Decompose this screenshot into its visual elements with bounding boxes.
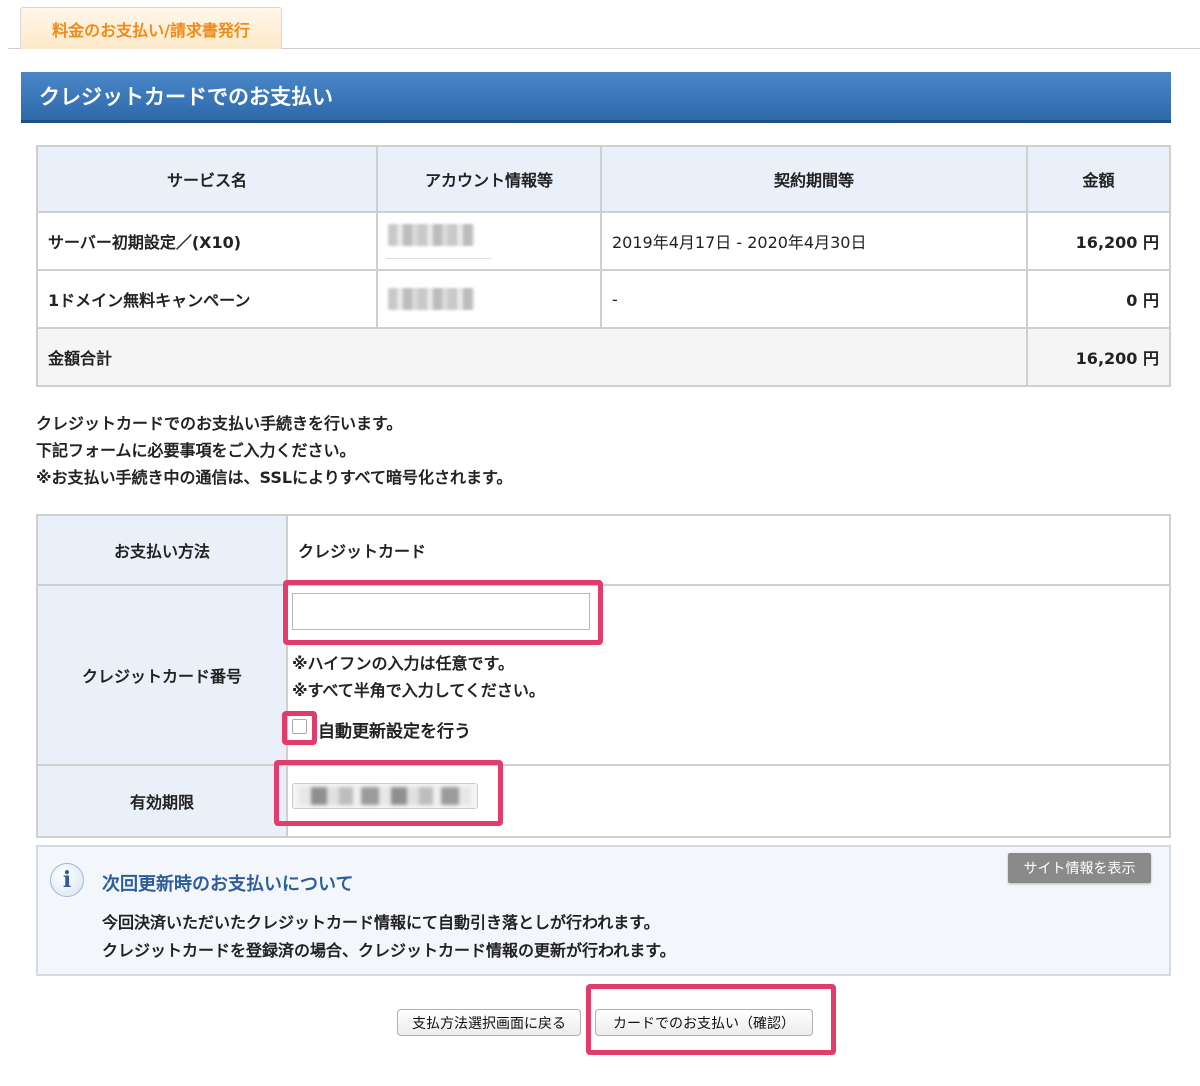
- card-number-input[interactable]: [292, 593, 590, 630]
- service-name: 1ドメイン無料キャンペーン: [36, 269, 378, 329]
- redacted-block: [299, 787, 471, 805]
- card-number-row: クレジットカード番号: [36, 584, 1171, 766]
- info-title: 次回更新時のお支払いについて: [102, 874, 354, 895]
- instruction-line: ※お支払い手続き中の通信は、SSLによりすべて暗号化されます。: [36, 468, 513, 487]
- expiry-select-redacted[interactable]: [292, 783, 478, 809]
- account-info-redacted: [376, 211, 602, 271]
- redacted-block: [388, 288, 474, 310]
- amount: 0 円: [1026, 269, 1171, 329]
- table-header-row: サービス名 アカウント情報等 契約期間等 金額: [36, 145, 1171, 213]
- column-header-account: アカウント情報等: [376, 145, 602, 213]
- total-label: 金額合計: [36, 327, 1028, 387]
- redacted-block: [388, 223, 474, 246]
- instruction-line: クレジットカードでのお支払い手続きを行います。: [36, 414, 403, 433]
- table-row: サーバー初期設定／(X10) 2019年4月17日 - 2020年4月30日 1…: [36, 211, 1171, 271]
- contract-period: 2019年4月17日 - 2020年4月30日: [600, 211, 1028, 271]
- expiry-row: 有効期限: [36, 764, 1171, 838]
- amount: 16,200 円: [1026, 211, 1171, 271]
- info-icon: i: [50, 863, 84, 897]
- column-header-service: サービス名: [36, 145, 378, 213]
- contract-period: -: [600, 269, 1028, 329]
- page-title: クレジットカードでのお支払い: [21, 72, 1171, 123]
- card-note-hyphen: ※ハイフンの入力は任意です。: [292, 654, 514, 673]
- service-name: サーバー初期設定／(X10): [36, 211, 378, 271]
- payment-method-row: お支払い方法 クレジットカード: [36, 514, 1171, 586]
- total-amount: 16,200 円: [1026, 327, 1171, 387]
- account-info-redacted: [376, 269, 602, 329]
- tab-billing[interactable]: 料金のお支払い/請求書発行: [20, 7, 282, 49]
- payment-method-value: クレジットカード: [286, 514, 1171, 586]
- divider: [386, 257, 491, 259]
- card-number-label: クレジットカード番号: [36, 584, 288, 766]
- auto-renew-checkbox[interactable]: [292, 719, 307, 734]
- confirm-card-payment-button[interactable]: カードでのお支払い（確認）: [595, 1009, 813, 1036]
- info-line: クレジットカードを登録済の場合、クレジットカード情報の更新が行われます。: [102, 941, 676, 960]
- info-line: 今回決済いただいたクレジットカード情報にて自動引き落としが行われます。: [102, 913, 660, 932]
- payment-method-label: お支払い方法: [36, 514, 288, 586]
- column-header-period: 契約期間等: [600, 145, 1028, 213]
- total-row: 金額合計 16,200 円: [36, 327, 1171, 387]
- service-table: サービス名 アカウント情報等 契約期間等 金額 サーバー初期設定／(X10) 2…: [36, 145, 1171, 387]
- back-to-payment-method-button[interactable]: 支払方法選択画面に戻る: [397, 1009, 581, 1036]
- auto-renew-label[interactable]: 自動更新設定を行う: [318, 717, 471, 742]
- card-note-halfwidth: ※すべて半角で入力してください。: [292, 681, 545, 700]
- instruction-line: 下記フォームに必要事項をご入力ください。: [36, 441, 356, 460]
- payment-form-table: お支払い方法 クレジットカード クレジットカード番号 有効期限: [36, 514, 1171, 838]
- instructions: クレジットカードでのお支払い手続きを行います。 下記フォームに必要事項をご入力く…: [36, 410, 512, 491]
- expiry-label: 有効期限: [36, 764, 288, 838]
- column-header-amount: 金額: [1026, 145, 1171, 213]
- show-site-info-button[interactable]: サイト情報を表示: [1008, 853, 1151, 883]
- table-row: 1ドメイン無料キャンペーン - 0 円: [36, 269, 1171, 329]
